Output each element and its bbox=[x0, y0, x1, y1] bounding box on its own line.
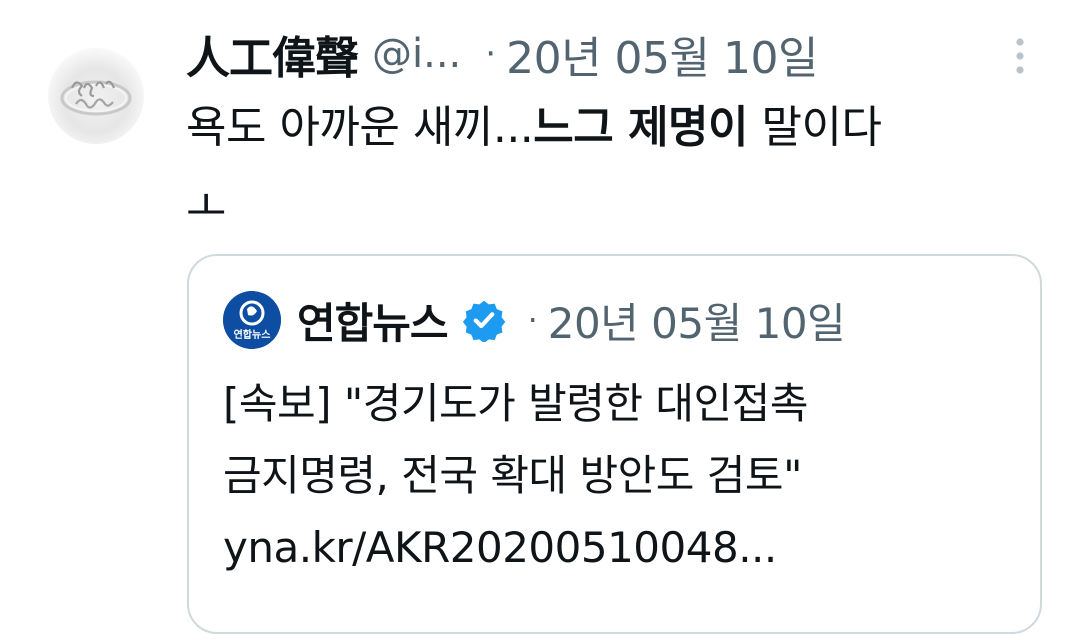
author-avatar[interactable] bbox=[48, 48, 144, 144]
author-name[interactable]: 人工偉聲 bbox=[186, 22, 359, 86]
tweet-text-bold: 느그 제명이 bbox=[533, 102, 749, 153]
tweet-text-part1: 욕도 아까운 새끼... bbox=[186, 102, 534, 153]
quote-text-line-2: 금지명령, 전국 확대 방안도 검토" bbox=[223, 451, 802, 500]
more-vertical-icon bbox=[1016, 38, 1024, 74]
quote-header: 연합뉴스 연합뉴스 · 20년 05월 10일 bbox=[223, 290, 846, 351]
quote-text: [속보] "경기도가 발령한 대인접촉 금지명령, 전국 확대 방안도 검토" … bbox=[223, 368, 1023, 584]
quote-author-avatar[interactable]: 연합뉴스 bbox=[223, 291, 281, 349]
author-handle[interactable]: @i... bbox=[372, 31, 461, 77]
ring-photo-icon bbox=[60, 80, 132, 116]
quote-text-line-1: [속보] "경기도가 발령한 대인접촉 bbox=[223, 379, 808, 428]
more-options-button[interactable] bbox=[1008, 34, 1032, 78]
tweet-text-line2: ㅗ bbox=[186, 182, 226, 233]
yonhap-logo-text: 연합뉴스 bbox=[234, 328, 271, 341]
quote-date[interactable]: 20년 05월 10일 bbox=[548, 290, 846, 351]
tweet-text-part2: 말이다 bbox=[748, 102, 882, 153]
quote-link[interactable]: yna.kr/AKR20200510048... bbox=[223, 512, 1023, 584]
verified-badge-icon bbox=[462, 300, 505, 342]
quote-author-name[interactable]: 연합뉴스 bbox=[297, 290, 449, 351]
tweet-header: 人工偉聲 @i... · 20년 05월 10일 bbox=[186, 24, 818, 84]
tweet-text: 욕도 아까운 새끼...느그 제명이 말이다 ㅗ bbox=[186, 88, 1066, 248]
verified-badge bbox=[462, 298, 506, 342]
quote-separator-dot: · bbox=[527, 301, 538, 339]
yonhap-logo-icon: 연합뉴스 bbox=[223, 291, 281, 349]
separator-dot: · bbox=[485, 34, 497, 74]
tweet-date[interactable]: 20년 05월 10일 bbox=[506, 22, 818, 86]
quoted-tweet-card[interactable]: 연합뉴스 연합뉴스 · 20년 05월 10일 [속보] "경기도가 발령한 대… bbox=[187, 254, 1042, 634]
